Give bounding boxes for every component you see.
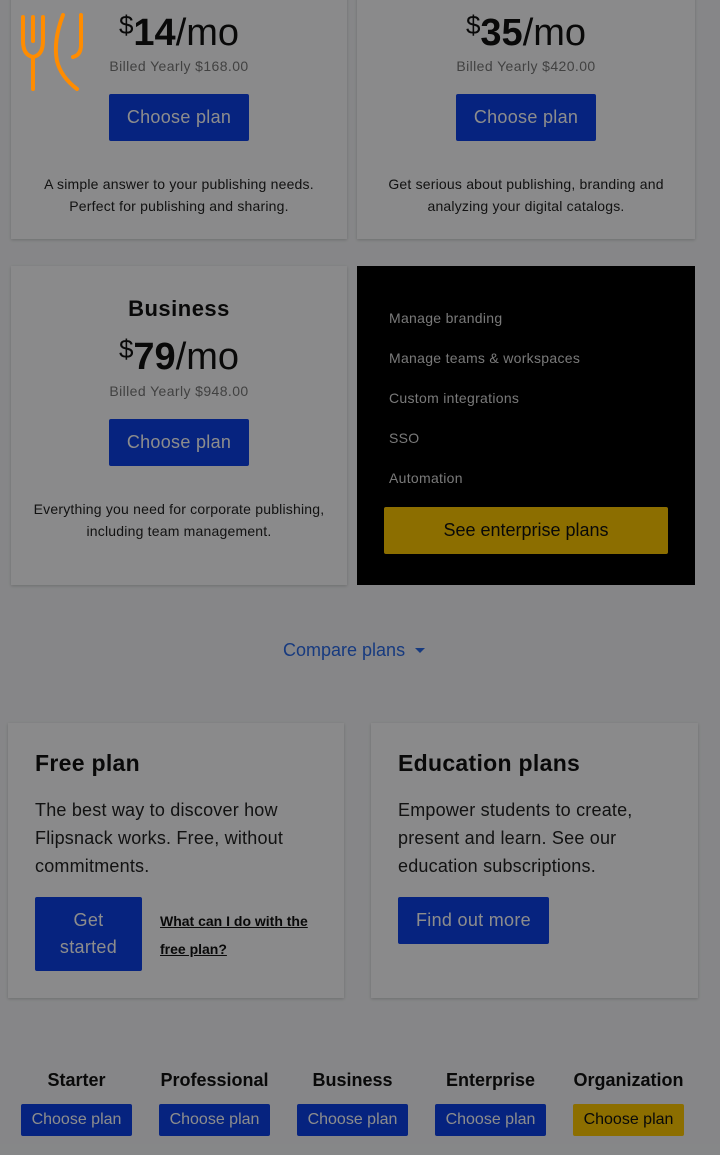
- plan-title: Business: [128, 296, 230, 321]
- choose-plan-button[interactable]: Choose plan: [297, 1104, 408, 1136]
- enterprise-card: Manage branding Manage teams & workspace…: [357, 266, 695, 585]
- plan-card-business: Business $79/mo Billed Yearly $948.00 Ch…: [11, 266, 347, 585]
- choose-plan-button[interactable]: Choose plan: [159, 1104, 270, 1136]
- find-out-more-button[interactable]: Find out more: [398, 897, 549, 944]
- plan-description: Everything you need for corporate publis…: [33, 501, 325, 539]
- feature-item: Custom integrations: [389, 390, 520, 406]
- free-plan-card: Free plan The best way to discover how F…: [8, 723, 344, 998]
- bottom-plan-organization: Organization Choose plan: [573, 1070, 684, 1136]
- choose-plan-button[interactable]: Choose plan: [573, 1104, 684, 1136]
- choose-plan-button[interactable]: Choose plan: [109, 94, 249, 141]
- feature-item: SSO: [389, 430, 420, 446]
- free-plan-text: The best way to discover how Flipsnack w…: [35, 800, 284, 876]
- compare-plans-label: Compare plans: [283, 640, 406, 660]
- choose-plan-button[interactable]: Choose plan: [456, 94, 596, 141]
- billed-yearly: Billed Yearly $948.00: [109, 383, 249, 399]
- compare-plans-toggle[interactable]: Compare plans: [283, 640, 426, 661]
- bottom-plan-title: Starter: [47, 1070, 106, 1090]
- bottom-plan-title: Organization: [573, 1070, 684, 1090]
- price: $79/mo: [118, 334, 240, 378]
- education-plans-card: Education plans Empower students to crea…: [371, 723, 698, 998]
- bottom-plan-title: Enterprise: [445, 1070, 536, 1090]
- bottom-plan-business: Business Choose plan: [297, 1070, 408, 1136]
- plan-description: A simple answer to your publishing needs…: [44, 176, 314, 214]
- plan-card-professional: $35/mo Billed Yearly $420.00 Choose plan…: [357, 0, 695, 239]
- price: $35/mo: [465, 10, 587, 54]
- bottom-plan-title: Professional: [160, 1070, 269, 1090]
- see-enterprise-plans-button[interactable]: See enterprise plans: [384, 507, 668, 554]
- get-started-button[interactable]: Get started: [35, 897, 142, 971]
- fork-knife-logo-icon: [21, 13, 83, 91]
- free-plan-faq-link[interactable]: What can I do with the free plan?: [160, 907, 320, 963]
- bottom-plan-title: Business: [312, 1070, 393, 1090]
- education-text: Empower students to create, present and …: [398, 800, 633, 876]
- education-title: Education plans: [398, 750, 581, 776]
- choose-plan-button[interactable]: Choose plan: [435, 1104, 546, 1136]
- feature-item: Manage branding: [389, 310, 503, 326]
- feature-item: Manage teams & workspaces: [389, 350, 581, 366]
- free-plan-title: Free plan: [35, 750, 140, 776]
- billed-yearly: Billed Yearly $420.00: [456, 58, 596, 74]
- choose-plan-button[interactable]: Choose plan: [109, 419, 249, 466]
- bottom-plan-starter: Starter Choose plan: [21, 1070, 132, 1136]
- caret-down-icon: [415, 648, 426, 653]
- choose-plan-button[interactable]: Choose plan: [21, 1104, 132, 1136]
- bottom-plan-professional: Professional Choose plan: [159, 1070, 270, 1136]
- plan-description: Get serious about publishing, branding a…: [388, 176, 664, 214]
- bottom-plan-enterprise: Enterprise Choose plan: [435, 1070, 546, 1136]
- feature-item: Automation: [389, 470, 463, 486]
